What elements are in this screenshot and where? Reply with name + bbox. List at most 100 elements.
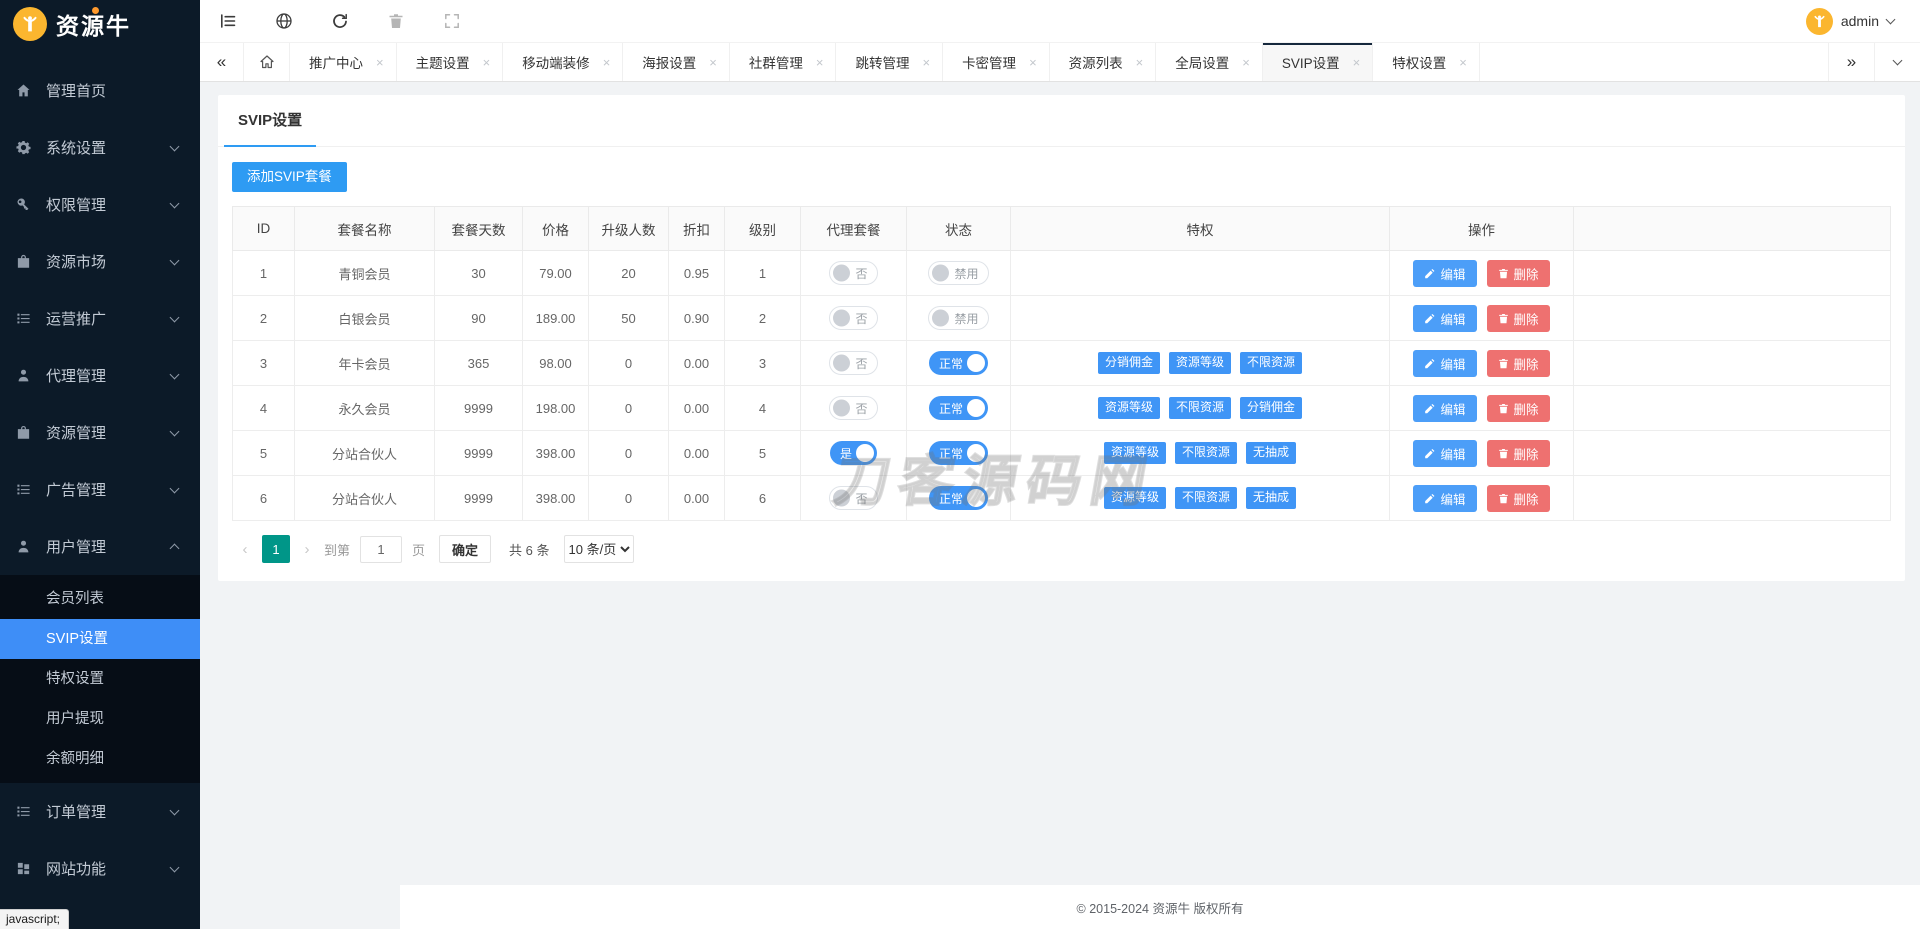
tab-promotion-center[interactable]: 推广中心 × (290, 43, 397, 81)
tab-privilege-settings[interactable]: 特权设置 × (1373, 43, 1480, 81)
close-icon[interactable]: × (922, 56, 930, 69)
page-size-select[interactable]: 10 条/页 (563, 535, 634, 563)
cell-days: 365 (434, 340, 523, 386)
table-row: 6 分站合伙人 9999 398.00 0 0.00 6 否 正常 资源等级 不限… (232, 475, 1891, 521)
sidebar-item-resource-management[interactable]: 资源管理 (0, 404, 200, 461)
delete-button[interactable]: 删除 (1486, 439, 1550, 467)
confirm-button[interactable]: 确定 (439, 535, 492, 563)
agent-toggle[interactable]: 否 (829, 396, 878, 420)
tab-global-settings[interactable]: 全局设置 × (1156, 43, 1263, 81)
edit-button[interactable]: 编辑 (1413, 349, 1477, 377)
cell-price: 198.00 (522, 385, 589, 431)
trash-icon[interactable] (368, 12, 424, 30)
fullscreen-icon[interactable] (424, 12, 480, 30)
sidebar-item-system-settings[interactable]: 系统设置 (0, 119, 200, 176)
globe-icon[interactable] (256, 12, 312, 30)
status-toggle[interactable]: 正常 (928, 486, 988, 510)
sidebar-subitem-privilege-settings[interactable]: 特权设置 (0, 659, 200, 699)
edit-button[interactable]: 编辑 (1413, 394, 1477, 422)
sidebar-item-permissions[interactable]: 权限管理 (0, 176, 200, 233)
next-page-button[interactable]: › (294, 535, 320, 563)
agent-toggle[interactable]: 否 (829, 306, 878, 330)
user-menu[interactable]: admin (1805, 7, 1920, 35)
delete-button[interactable]: 删除 (1486, 259, 1550, 287)
status-toggle[interactable]: 禁用 (928, 306, 989, 330)
sidebar-subitem-balance-detail[interactable]: 余额明细 (0, 739, 200, 779)
tab-resource-list[interactable]: 资源列表 × (1050, 43, 1157, 81)
delete-button[interactable]: 删除 (1486, 484, 1550, 512)
sidebar-item-agents[interactable]: 代理管理 (0, 347, 200, 404)
cell-actions: 编辑 删除 (1389, 385, 1574, 431)
agent-toggle[interactable]: 否 (829, 351, 878, 375)
sidebar-subitem-svip-settings[interactable]: SVIP设置 (0, 619, 200, 659)
close-icon[interactable]: × (483, 56, 491, 69)
tab-label: 卡密管理 (962, 56, 1017, 71)
close-icon[interactable]: × (816, 56, 824, 69)
agent-toggle[interactable]: 是 (829, 441, 877, 465)
table-row: 2 白银会员 90 189.00 50 0.90 2 否 禁用 编辑 删除 (232, 295, 1891, 341)
sidebar-item-users[interactable]: 用户管理 (0, 518, 200, 575)
sidebar-item-dashboard[interactable]: 管理首页 (0, 62, 200, 119)
cell-filler (1573, 340, 1891, 386)
button-label: 编辑 (1440, 312, 1466, 327)
tabs-scroll-right-button[interactable]: » (1828, 43, 1874, 81)
status-toggle[interactable]: 正常 (928, 351, 988, 375)
agent-toggle[interactable]: 否 (829, 486, 878, 510)
close-icon[interactable]: × (1242, 56, 1250, 69)
key-icon (0, 197, 46, 212)
toggle-knob (967, 399, 985, 417)
sidebar-item-site-features[interactable]: 网站功能 (0, 840, 200, 897)
tab-label: 社群管理 (748, 56, 803, 71)
tab-card-key-management[interactable]: 卡密管理 × (943, 43, 1050, 81)
status-toggle[interactable]: 正常 (928, 396, 988, 420)
sidebar-item-operations[interactable]: 运营推广 (0, 290, 200, 347)
current-page[interactable]: 1 (262, 535, 290, 563)
table-row: 4 永久会员 9999 198.00 0 0.00 4 否 正常 资源等级 不限资… (232, 385, 1891, 431)
delete-button[interactable]: 删除 (1486, 349, 1550, 377)
sidebar-subitem-member-list[interactable]: 会员列表 (0, 579, 200, 619)
cell-id: 2 (232, 295, 295, 341)
tabs-scroll-left-button[interactable]: « (200, 43, 244, 81)
tab-poster-settings[interactable]: 海报设置 × (623, 43, 730, 81)
add-svip-package-button[interactable]: 添加SVIP套餐 (232, 162, 347, 192)
cell-agent: 否 (800, 475, 907, 521)
close-icon[interactable]: × (1029, 56, 1037, 69)
close-icon[interactable]: × (709, 56, 717, 69)
page-number-input[interactable] (360, 535, 403, 563)
sidebar-item-orders[interactable]: 订单管理 (0, 783, 200, 840)
delete-button[interactable]: 删除 (1486, 394, 1550, 422)
close-icon[interactable]: × (1136, 56, 1144, 69)
tab-community-management[interactable]: 社群管理 × (730, 43, 837, 81)
agent-toggle[interactable]: 否 (829, 261, 878, 285)
tab-svip-settings[interactable]: SVIP设置 × (1262, 43, 1374, 81)
edit-button[interactable]: 编辑 (1413, 259, 1477, 287)
close-icon[interactable]: × (1353, 56, 1361, 69)
status-toggle[interactable]: 正常 (928, 441, 988, 465)
close-icon[interactable]: × (376, 56, 384, 69)
status-toggle[interactable]: 禁用 (928, 261, 989, 285)
delete-button[interactable]: 删除 (1486, 304, 1550, 332)
tab-label: 全局设置 (1175, 56, 1230, 71)
sidebar-item-resource-market[interactable]: 资源市场 (0, 233, 200, 290)
sidebar-item-label: 网站功能 (46, 861, 107, 878)
refresh-icon[interactable] (312, 12, 368, 30)
tab-redirect-management[interactable]: 跳转管理 × (836, 43, 944, 81)
menu-fold-icon[interactable] (200, 12, 256, 30)
edit-button[interactable]: 编辑 (1413, 439, 1477, 467)
prev-page-button[interactable]: ‹ (232, 535, 258, 563)
home-icon (259, 55, 274, 69)
cell-upgrade: 20 (588, 250, 669, 296)
sidebar-item-ads[interactable]: 广告管理 (0, 461, 200, 518)
cell-name: 永久会员 (294, 385, 435, 431)
close-icon[interactable]: × (1459, 56, 1467, 69)
close-icon[interactable]: × (603, 56, 611, 69)
tab-theme-settings[interactable]: 主题设置 × (397, 43, 504, 81)
tabs-menu-button[interactable] (1874, 43, 1920, 81)
tab-home[interactable] (244, 43, 290, 81)
sidebar-subitem-user-withdraw[interactable]: 用户提现 (0, 699, 200, 739)
edit-button[interactable]: 编辑 (1413, 484, 1477, 512)
edit-button[interactable]: 编辑 (1413, 304, 1477, 332)
app-logo[interactable]: 资源牛 (0, 0, 200, 48)
tab-mobile-decoration[interactable]: 移动端装修 × (503, 43, 624, 81)
cell-actions: 编辑 删除 (1389, 250, 1574, 296)
